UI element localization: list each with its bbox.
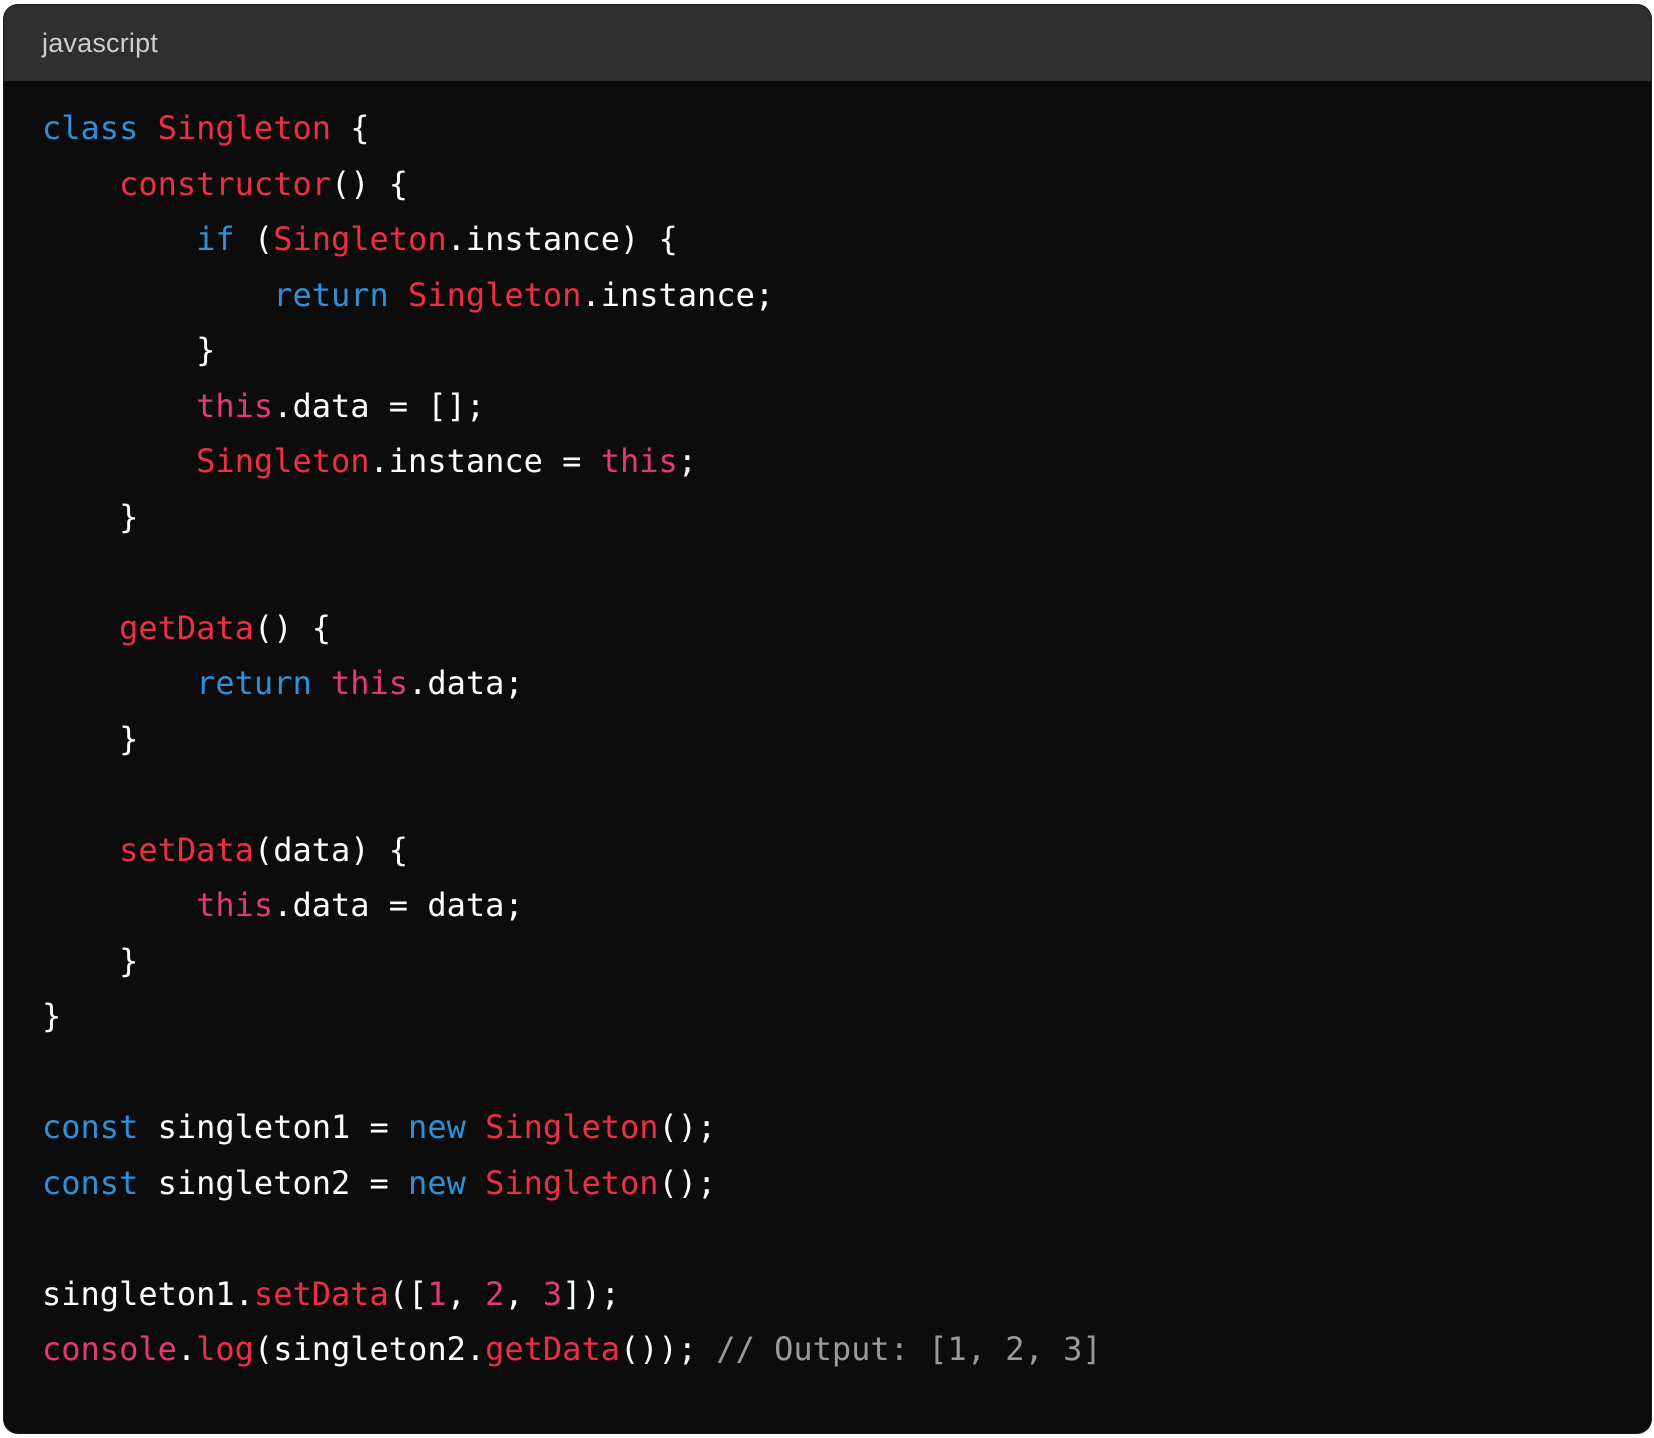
code-line: if (Singleton.instance) { xyxy=(42,212,1631,268)
code-line: return this.data; xyxy=(42,656,1631,712)
code-content[interactable]: class Singleton { constructor() { if (Si… xyxy=(42,101,1631,1378)
code-token-plain: } xyxy=(42,997,62,1035)
code-token-plain: { xyxy=(330,109,370,147)
code-line: return Singleton.instance; xyxy=(42,268,1631,324)
code-token-plain: } xyxy=(42,719,139,758)
code-token-plain: } xyxy=(42,497,139,536)
code-token-class: Singleton xyxy=(485,1163,659,1202)
code-line: } xyxy=(42,934,1631,990)
code-line: class Singleton { xyxy=(42,101,1631,157)
code-token-plain: (); xyxy=(658,1163,717,1202)
code-line: this.data = data; xyxy=(42,878,1631,934)
code-token-plain: () { xyxy=(330,164,409,203)
code-token-plain: } xyxy=(42,331,216,369)
code-token-plain: } xyxy=(42,941,139,980)
code-token-plain: singleton1 = xyxy=(138,1108,409,1146)
code-token-plain: .instance = xyxy=(369,442,601,480)
code-token-number: 3 xyxy=(542,1274,563,1313)
code-line: } xyxy=(42,712,1631,768)
code-token-this: this xyxy=(196,886,274,924)
code-token-plain: .instance) { xyxy=(446,220,678,258)
code-token-plain: ; xyxy=(677,442,698,480)
code-line: setData(data) { xyxy=(42,823,1631,879)
code-token-plain: (data) { xyxy=(253,830,409,869)
code-token-func: setData xyxy=(253,1274,389,1313)
code-token-this: this xyxy=(600,442,678,480)
code-token-keyword: new xyxy=(408,1163,466,1202)
code-token-keyword: if xyxy=(196,220,235,258)
code-token-plain: ()); xyxy=(619,1330,717,1368)
code-token-plain: .data = data; xyxy=(273,886,524,924)
code-token-func: getData xyxy=(485,1330,620,1368)
code-line: } xyxy=(42,323,1631,379)
code-line: } xyxy=(42,989,1631,1045)
code-token-class: Singleton xyxy=(485,1108,659,1146)
code-line: const singleton1 = new Singleton(); xyxy=(42,1100,1631,1156)
code-token-plain: () { xyxy=(253,608,331,647)
code-token-keyword: const xyxy=(42,1163,139,1202)
code-line: } xyxy=(42,490,1631,546)
code-token-plain: , xyxy=(504,1274,543,1313)
code-line: Singleton.instance = this; xyxy=(42,434,1631,490)
code-token-plain: , xyxy=(446,1274,486,1313)
code-token-plain: singleton1. xyxy=(42,1274,254,1313)
code-token-plain: .data; xyxy=(408,664,524,702)
code-token-plain: . xyxy=(176,1330,197,1368)
code-token-plain: ([ xyxy=(388,1274,428,1313)
code-token-plain: ]); xyxy=(562,1274,620,1313)
code-token-number: 2 xyxy=(485,1274,505,1313)
code-line: getData() { xyxy=(42,601,1631,657)
code-token-keyword: return xyxy=(196,664,312,702)
code-token-comment: // Output: [1, 2, 3] xyxy=(716,1330,1102,1368)
code-token-plain: .data = []; xyxy=(273,386,486,425)
code-line: const singleton2 = new Singleton(); xyxy=(42,1156,1631,1212)
code-token-func: getData xyxy=(119,608,254,647)
code-token-class: Singleton xyxy=(408,275,582,314)
code-block: javascript class Singleton { constructor… xyxy=(4,5,1651,1433)
code-token-plain: .instance; xyxy=(581,275,775,314)
code-line: this.data = []; xyxy=(42,379,1631,435)
code-token-func: constructor xyxy=(119,164,331,203)
code-token-plain: ( xyxy=(234,220,274,258)
code-token-class: Singleton xyxy=(273,220,447,258)
code-token-keyword: return xyxy=(273,275,389,314)
code-token-plain: (); xyxy=(658,1108,717,1146)
code-token-this: this xyxy=(330,664,409,702)
code-token-keyword: const xyxy=(42,1108,139,1146)
code-token-keyword: new xyxy=(408,1108,466,1146)
code-line: constructor() { xyxy=(42,157,1631,213)
code-token-number: 1 xyxy=(427,1274,447,1313)
code-token-class: Singleton xyxy=(157,109,331,147)
code-token-this: this xyxy=(196,386,274,425)
code-token-plain: (singleton2. xyxy=(253,1330,486,1368)
language-label: javascript xyxy=(42,27,159,58)
code-token-func: setData xyxy=(119,830,254,869)
code-token-func: log xyxy=(196,1330,254,1368)
code-line: singleton1.setData([1, 2, 3]); xyxy=(42,1267,1631,1323)
code-line: console.log(singleton2.getData()); // Ou… xyxy=(42,1322,1631,1378)
code-token-plain: singleton2 = xyxy=(138,1163,409,1202)
code-block-header: javascript xyxy=(4,5,1651,81)
code-token-keyword: class xyxy=(42,109,139,147)
code-token-class: Singleton xyxy=(196,442,370,480)
code-token-this: console xyxy=(42,1330,177,1368)
